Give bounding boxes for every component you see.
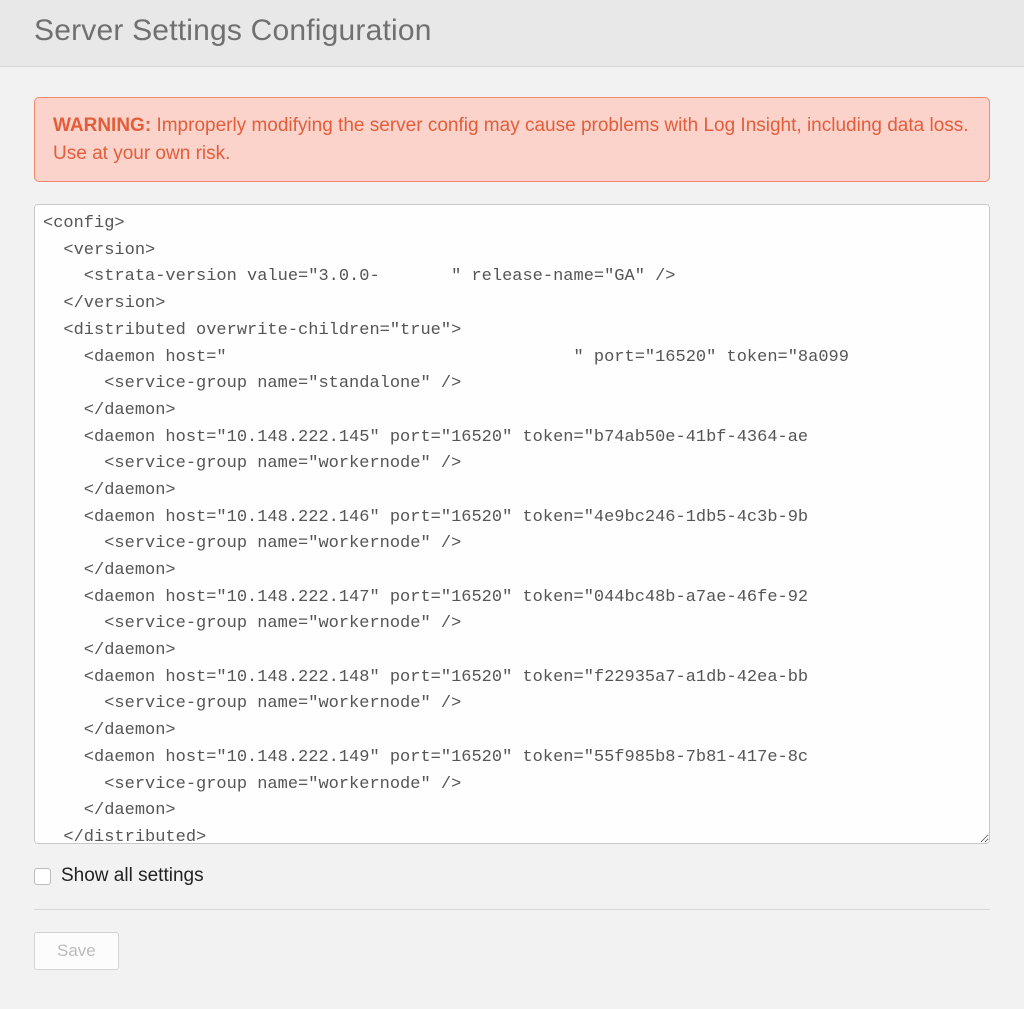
button-row: Save <box>34 910 990 970</box>
save-button[interactable]: Save <box>34 932 119 970</box>
page-header: Server Settings Configuration <box>0 0 1024 67</box>
show-all-settings-row: Show all settings <box>34 849 990 910</box>
page-title: Server Settings Configuration <box>34 14 990 48</box>
warning-banner: WARNING: Improperly modifying the server… <box>34 97 990 182</box>
config-xml-textarea[interactable] <box>34 204 990 844</box>
show-all-settings-label[interactable]: Show all settings <box>61 865 204 887</box>
main-content: WARNING: Improperly modifying the server… <box>0 67 1024 990</box>
show-all-settings-checkbox[interactable] <box>34 868 51 885</box>
warning-label: WARNING: <box>53 115 151 136</box>
warning-text: Improperly modifying the server config m… <box>53 115 969 164</box>
